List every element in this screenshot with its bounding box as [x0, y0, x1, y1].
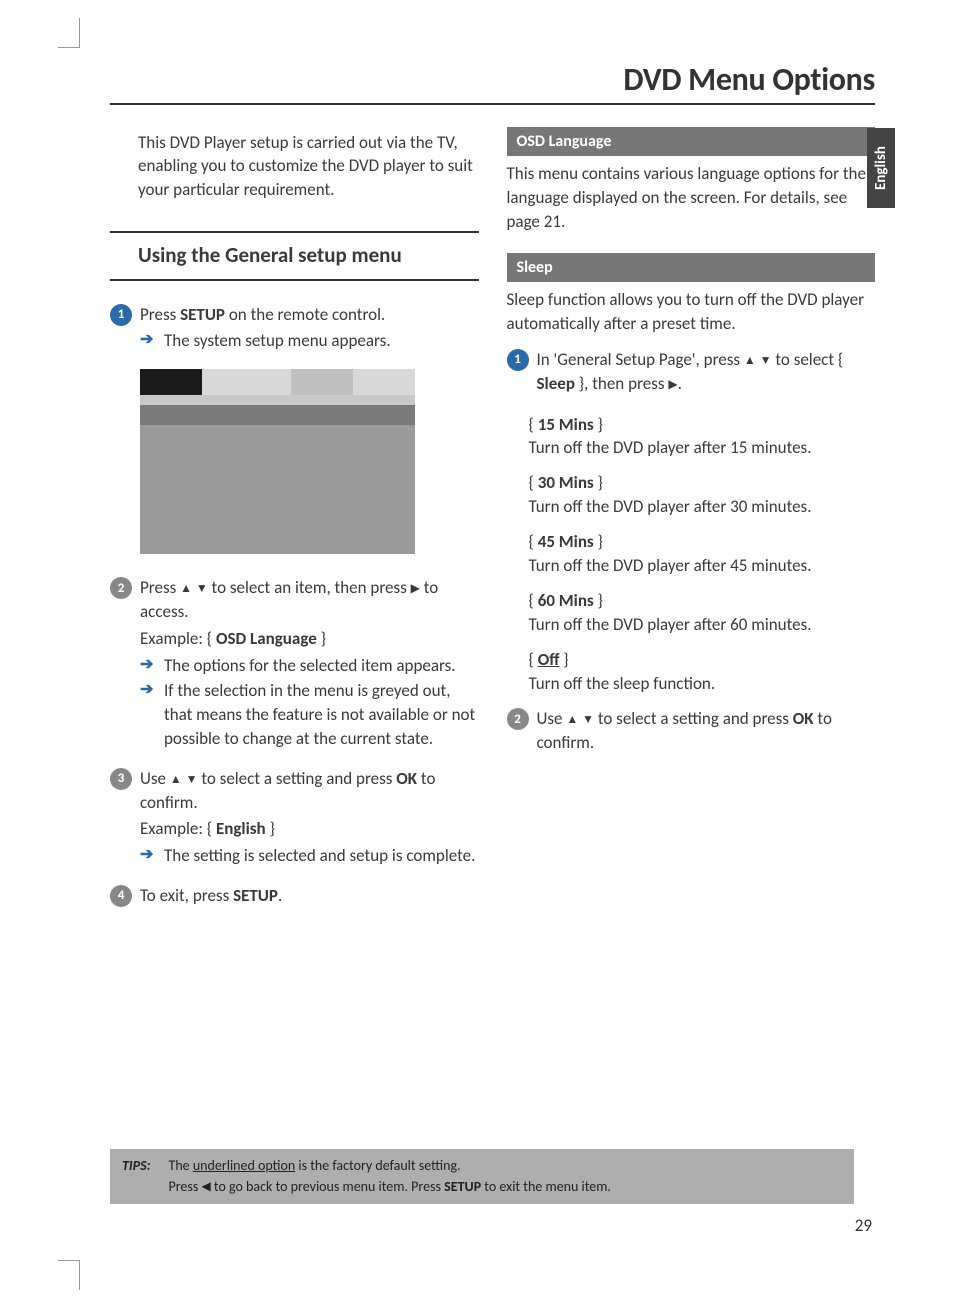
step-bullet-2: 2 — [507, 708, 529, 730]
sleep-opt-off: { Off } Turn off the sleep function. — [529, 648, 876, 695]
up-triangle-icon: ▲ — [566, 712, 578, 729]
osd-heading: OSD Language — [507, 127, 876, 156]
right-column: OSD Language This menu contains various … — [507, 127, 876, 925]
step-bullet-3: 3 — [110, 768, 132, 790]
crop-mark-bottom-left — [58, 1260, 80, 1290]
left-triangle-icon: ◀ — [202, 1179, 211, 1196]
step-2-example: Example: { OSD Language } — [140, 627, 479, 651]
step-bullet-1: 1 — [110, 304, 132, 326]
step-1-sub: ➔ The system setup menu appears. — [140, 329, 479, 353]
step-4: 4 To exit, press SETUP. — [110, 884, 479, 911]
right-triangle-icon: ▶ — [411, 581, 420, 598]
step-3-example: Example: { English } — [140, 817, 479, 841]
tips-label: TIPS: — [122, 1156, 151, 1197]
up-triangle-icon: ▲ — [744, 353, 756, 370]
intro-text: This DVD Player setup is carried out via… — [138, 131, 479, 201]
step-bullet-2: 2 — [110, 577, 132, 599]
arrow-icon: ➔ — [140, 679, 158, 750]
step-1: 1 Press SETUP on the remote control. ➔ T… — [110, 303, 479, 356]
sleep-opt-15: { 15 Mins } Turn off the DVD player afte… — [529, 413, 876, 460]
arrow-icon: ➔ — [140, 844, 158, 868]
tips-body: The underlined option is the factory def… — [169, 1156, 611, 1197]
step-1-text: Press SETUP on the remote control. — [140, 303, 479, 327]
down-triangle-icon: ▼ — [186, 772, 198, 789]
sleep-step-1-text: In 'General Setup Page', press ▲ ▼ to se… — [537, 348, 876, 396]
osd-body: This menu contains various language opti… — [507, 162, 876, 233]
up-triangle-icon: ▲ — [170, 772, 182, 789]
sleep-step-1: 1 In 'General Setup Page', press ▲ ▼ to … — [507, 348, 876, 399]
right-triangle-icon: ▶ — [668, 377, 677, 394]
step-bullet-4: 4 — [110, 885, 132, 907]
page-number: 29 — [855, 1215, 872, 1236]
step-2-sub1: ➔ The options for the selected item appe… — [140, 654, 479, 678]
section-heading: Using the General setup menu — [110, 231, 479, 280]
step-3-text: Use ▲ ▼ to select a setting and press OK… — [140, 767, 479, 815]
title-divider: DVD Menu Options — [110, 60, 875, 105]
step-2-text: Press ▲ ▼ to select an item, then press … — [140, 576, 479, 624]
sleep-opt-60: { 60 Mins } Turn off the DVD player afte… — [529, 589, 876, 636]
crop-mark-top-left — [58, 18, 80, 48]
sleep-step-2-text: Use ▲ ▼ to select a setting and press OK… — [537, 707, 876, 755]
down-triangle-icon: ▼ — [582, 712, 594, 729]
sleep-body: Sleep function allows you to turn off th… — [507, 288, 876, 336]
arrow-icon: ➔ — [140, 329, 158, 353]
step-bullet-1: 1 — [507, 349, 529, 371]
language-tab: English — [867, 128, 895, 208]
step-2: 2 Press ▲ ▼ to select an item, then pres… — [110, 576, 479, 753]
step-3-sub: ➔ The setting is selected and setup is c… — [140, 844, 479, 868]
tips-box: TIPS: The underlined option is the facto… — [110, 1149, 854, 1204]
sleep-opt-30: { 30 Mins } Turn off the DVD player afte… — [529, 471, 876, 518]
sleep-opt-45: { 45 Mins } Turn off the DVD player afte… — [529, 530, 876, 577]
up-triangle-icon: ▲ — [180, 581, 192, 598]
page-title: DVD Menu Options — [110, 60, 875, 99]
step-2-sub2: ➔ If the selection in the menu is greyed… — [140, 679, 479, 750]
arrow-icon: ➔ — [140, 654, 158, 678]
step-3: 3 Use ▲ ▼ to select a setting and press … — [110, 767, 479, 870]
sleep-step-2: 2 Use ▲ ▼ to select a setting and press … — [507, 707, 876, 758]
sleep-heading: Sleep — [507, 253, 876, 282]
setup-menu-screenshot — [140, 369, 415, 554]
step-4-text: To exit, press SETUP. — [140, 884, 479, 908]
down-triangle-icon: ▼ — [196, 581, 208, 598]
left-column: This DVD Player setup is carried out via… — [110, 127, 479, 925]
down-triangle-icon: ▼ — [760, 353, 772, 370]
